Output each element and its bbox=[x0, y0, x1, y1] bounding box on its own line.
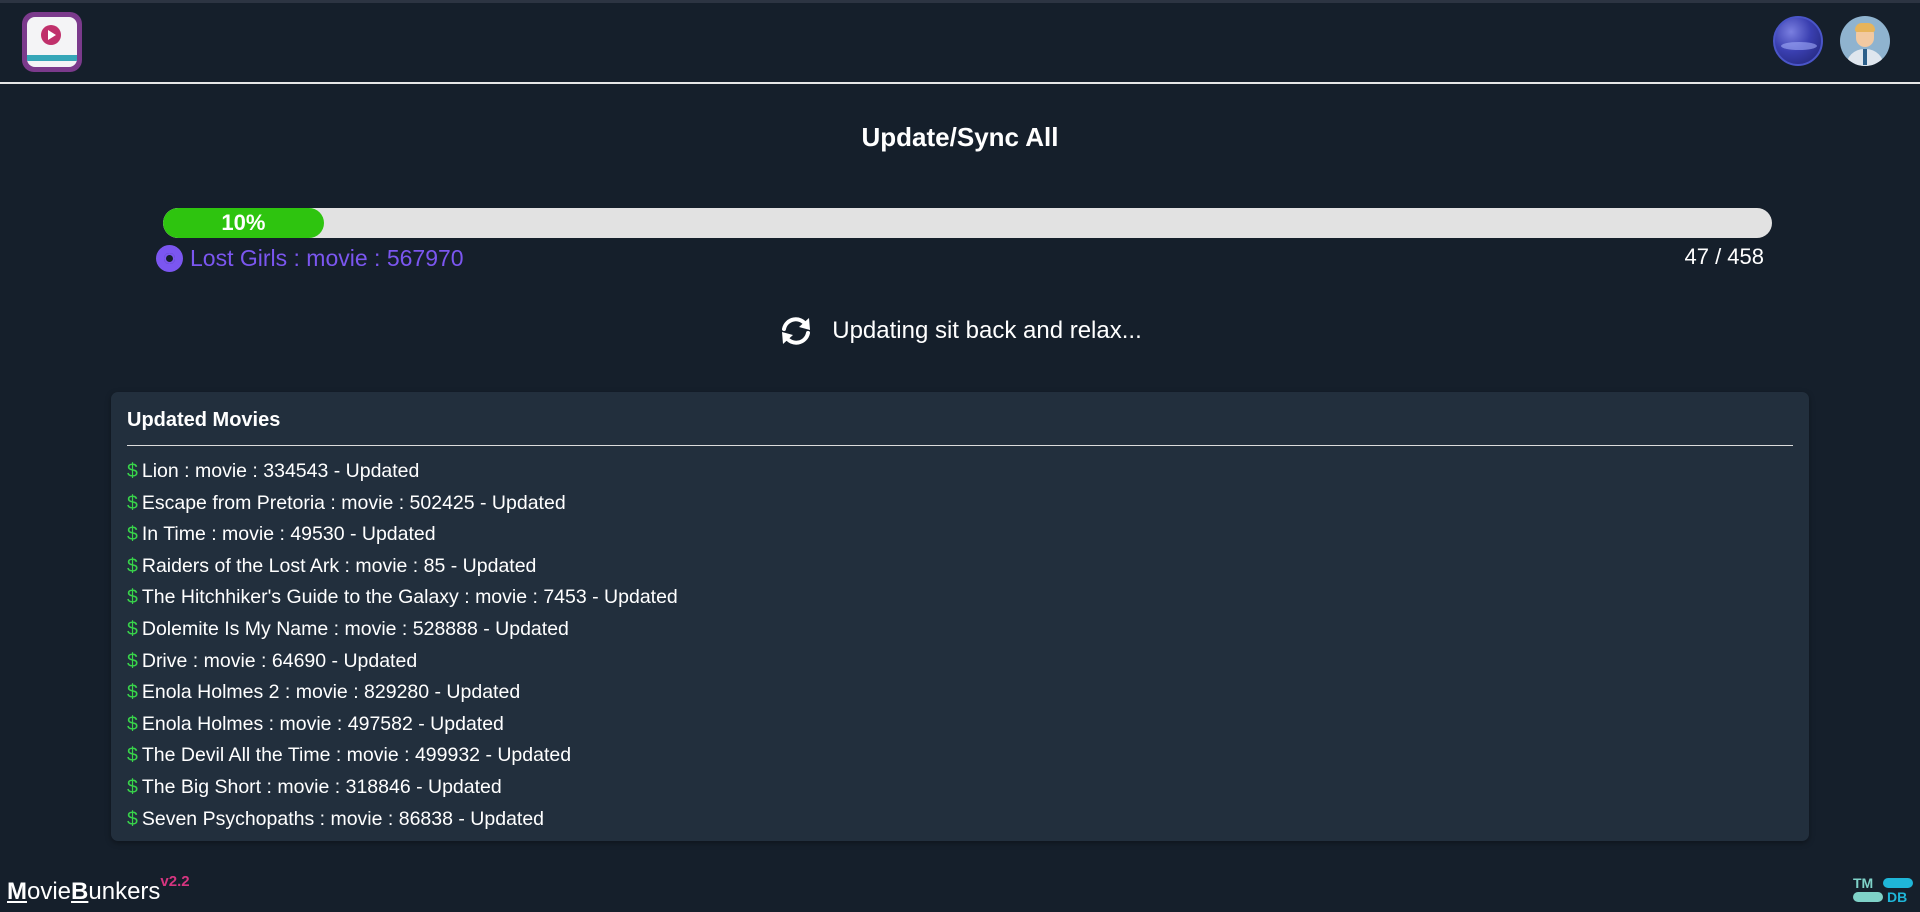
app-version: v2.2 bbox=[160, 873, 190, 890]
list-item: $ Enola Holmes 2 : movie : 829280 - Updat… bbox=[127, 677, 1793, 709]
list-item: $ Dolemite Is My Name : movie : 528888 - … bbox=[127, 614, 1793, 646]
dollar-icon: $ bbox=[127, 617, 138, 640]
list-item-text: Enola Holmes : movie : 497582 - Updated bbox=[141, 712, 504, 735]
dollar-icon: $ bbox=[127, 523, 138, 546]
status-message: Updating sit back and relax... bbox=[0, 316, 1920, 346]
brand-letter-m: M bbox=[7, 878, 27, 905]
list-item-text: The Hitchhiker's Guide to the Galaxy : m… bbox=[141, 586, 678, 609]
dollar-icon: $ bbox=[127, 775, 138, 798]
dollar-icon: $ bbox=[127, 712, 138, 735]
tmdb-logo[interactable]: TM DB bbox=[1853, 875, 1915, 905]
list-item-text: Seven Psychopaths : movie : 86838 - Upda… bbox=[141, 807, 545, 830]
disc-icon bbox=[156, 244, 183, 272]
current-item-label: Lost Girls : movie : 567970 bbox=[190, 244, 464, 271]
list-item: $ The Hitchhiker's Guide to the Galaxy : … bbox=[127, 582, 1793, 614]
updated-movies-panel: Updated Movies $ Lion : movie : 334543 - … bbox=[111, 392, 1809, 841]
top-navbar bbox=[0, 3, 1920, 84]
list-item: $ Lion : movie : 334543 - Updated bbox=[127, 456, 1793, 488]
status-text: Updating sit back and relax... bbox=[832, 317, 1142, 344]
tmdb-logo-bottom: DB bbox=[1887, 889, 1908, 905]
dollar-icon: $ bbox=[127, 460, 138, 482]
list-item-text: Drive : movie : 64690 - Updated bbox=[141, 649, 418, 672]
list-item-text: Dolemite Is My Name : movie : 528888 - U… bbox=[141, 617, 569, 640]
list-item: $ Drive : movie : 64690 - Updated bbox=[127, 646, 1793, 678]
list-item-text: The Devil All the Time : movie : 499932 … bbox=[141, 744, 572, 767]
list-item-text: Lion : movie : 334543 - Updated bbox=[141, 460, 420, 482]
list-item: $ The Devil All the Time : movie : 499932… bbox=[127, 740, 1793, 772]
brand-letter-b: B bbox=[71, 878, 89, 905]
list-item-text: Escape from Pretoria : movie : 502425 - … bbox=[141, 491, 566, 514]
list-item: $ Raiders of the Lost Ark : movie : 85 - … bbox=[127, 551, 1793, 583]
progress-fill: 10% bbox=[163, 208, 324, 238]
list-item-text: Raiders of the Lost Ark : movie : 85 - U… bbox=[141, 554, 537, 577]
dollar-icon: $ bbox=[127, 649, 138, 672]
dollar-icon: $ bbox=[127, 807, 138, 830]
play-video-icon bbox=[27, 17, 77, 67]
list-item: $ Escape from Pretoria : movie : 502425 -… bbox=[127, 488, 1793, 520]
list-item-text: The Big Short : movie : 318846 - Updated bbox=[141, 775, 502, 798]
list-item-text: In Time : movie : 49530 - Updated bbox=[141, 523, 436, 546]
list-item: $ Seven Psychopaths : movie : 86838 - Upd… bbox=[127, 804, 1793, 836]
current-item: Lost Girls : movie : 567970 bbox=[156, 243, 464, 273]
sync-icon bbox=[782, 317, 811, 345]
dollar-icon: $ bbox=[127, 554, 138, 577]
dollar-icon: $ bbox=[127, 586, 138, 609]
brand-part-ovie: ovie bbox=[27, 878, 72, 905]
user-avatar[interactable] bbox=[1840, 16, 1890, 66]
panel-heading: Updated Movies bbox=[127, 409, 281, 431]
dollar-icon: $ bbox=[127, 681, 138, 704]
brand-part-unkers: unkers bbox=[88, 878, 161, 905]
globe-icon[interactable] bbox=[1773, 16, 1823, 66]
updated-movies-list: $ Lion : movie : 334543 - Updated $ Escape … bbox=[127, 456, 1793, 835]
dollar-icon: $ bbox=[127, 744, 138, 767]
app-logo[interactable] bbox=[22, 12, 82, 72]
list-item: $ In Time : movie : 49530 - Updated bbox=[127, 519, 1793, 551]
list-item: $ The Big Short : movie : 318846 - Update… bbox=[127, 772, 1793, 804]
progress-bar: 10% bbox=[163, 208, 1772, 238]
brand-footer[interactable]: MovieBunkersv2.2 bbox=[7, 873, 190, 906]
panel-divider bbox=[127, 445, 1793, 446]
page-title: Update/Sync All bbox=[861, 122, 1059, 152]
tmdb-logo-top: TM bbox=[1853, 875, 1874, 891]
progress-count: 47 / 458 bbox=[1684, 244, 1764, 269]
list-item-text: Enola Holmes 2 : movie : 829280 - Update… bbox=[141, 681, 521, 704]
list-item: $ Enola Holmes : movie : 497582 - Updated bbox=[127, 709, 1793, 741]
dollar-icon: $ bbox=[127, 491, 138, 514]
